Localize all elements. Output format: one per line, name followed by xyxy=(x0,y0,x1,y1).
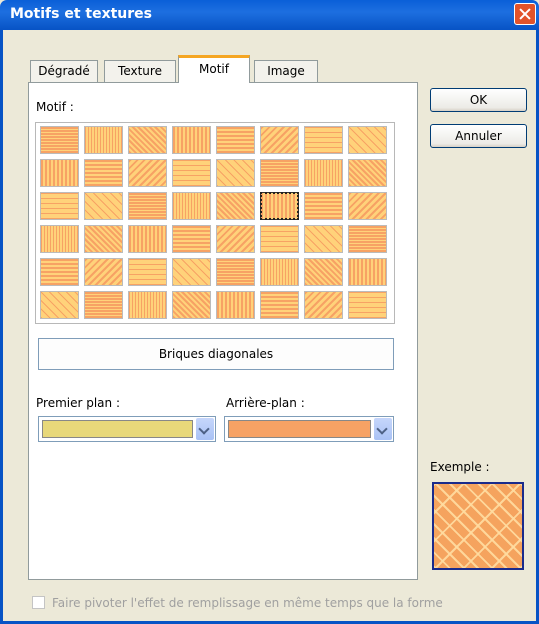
window-title: Motifs et textures xyxy=(10,6,153,22)
pattern-swatch[interactable] xyxy=(304,192,343,220)
pattern-swatch[interactable] xyxy=(216,159,255,187)
background-color-swatch xyxy=(228,420,371,438)
pattern-swatch[interactable] xyxy=(260,258,299,286)
pattern-swatch[interactable] xyxy=(304,126,343,154)
chevron-down-icon[interactable] xyxy=(196,418,214,440)
foreground-color-swatch xyxy=(42,420,193,438)
pattern-swatch[interactable] xyxy=(128,258,167,286)
cancel-button[interactable]: Annuler xyxy=(430,124,527,148)
pattern-swatch[interactable] xyxy=(260,159,299,187)
pattern-swatch[interactable] xyxy=(260,192,299,220)
selected-pattern-name: Briques diagonales xyxy=(38,338,394,370)
pattern-swatch[interactable] xyxy=(172,192,211,220)
pattern-swatch[interactable] xyxy=(260,126,299,154)
tab-image[interactable]: Image xyxy=(254,60,318,82)
pattern-swatch[interactable] xyxy=(84,258,123,286)
pattern-swatch[interactable] xyxy=(84,159,123,187)
foreground-color-select[interactable] xyxy=(38,416,216,442)
tab-texture[interactable]: Texture xyxy=(104,60,176,82)
pattern-swatch[interactable] xyxy=(40,291,79,319)
pattern-swatch[interactable] xyxy=(128,291,167,319)
example-preview xyxy=(432,482,524,570)
pattern-swatch[interactable] xyxy=(172,225,211,253)
background-label: Arrière-plan : xyxy=(226,396,305,410)
pattern-swatch[interactable] xyxy=(348,159,387,187)
pattern-swatch[interactable] xyxy=(128,126,167,154)
pattern-swatch[interactable] xyxy=(84,291,123,319)
ok-button[interactable]: OK xyxy=(430,88,527,112)
pattern-swatch[interactable] xyxy=(40,159,79,187)
chevron-down-icon[interactable] xyxy=(374,418,392,440)
foreground-label: Premier plan : xyxy=(36,396,120,410)
pattern-swatch[interactable] xyxy=(172,258,211,286)
title-bar: Motifs et textures xyxy=(0,0,539,30)
pattern-grid xyxy=(35,122,395,324)
pattern-swatch[interactable] xyxy=(128,192,167,220)
rotate-checkbox[interactable] xyxy=(32,596,45,609)
pattern-swatch[interactable] xyxy=(128,225,167,253)
pattern-swatch[interactable] xyxy=(172,126,211,154)
pattern-swatch[interactable] xyxy=(40,192,79,220)
pattern-swatch[interactable] xyxy=(304,159,343,187)
background-color-select[interactable] xyxy=(224,416,394,442)
rotate-checkbox-label: Faire pivoter l'effet de remplissage en … xyxy=(52,596,443,610)
pattern-swatch[interactable] xyxy=(348,225,387,253)
pattern-swatch[interactable] xyxy=(260,291,299,319)
pattern-swatch[interactable] xyxy=(84,225,123,253)
tab-motif[interactable]: Motif xyxy=(178,55,250,83)
pattern-swatch[interactable] xyxy=(348,126,387,154)
pattern-swatch[interactable] xyxy=(216,192,255,220)
pattern-swatch[interactable] xyxy=(172,159,211,187)
example-label: Exemple : xyxy=(430,460,490,474)
pattern-swatch[interactable] xyxy=(84,192,123,220)
pattern-swatch[interactable] xyxy=(216,291,255,319)
pattern-swatch[interactable] xyxy=(40,225,79,253)
pattern-swatch[interactable] xyxy=(84,126,123,154)
pattern-swatch[interactable] xyxy=(216,225,255,253)
pattern-swatch[interactable] xyxy=(304,258,343,286)
tab-degrade[interactable]: Dégradé xyxy=(30,60,98,82)
pattern-swatch[interactable] xyxy=(348,258,387,286)
close-icon[interactable] xyxy=(514,3,536,25)
pattern-section-label: Motif : xyxy=(36,100,74,114)
pattern-swatch[interactable] xyxy=(40,126,79,154)
pattern-swatch[interactable] xyxy=(40,258,79,286)
pattern-swatch[interactable] xyxy=(348,192,387,220)
pattern-swatch[interactable] xyxy=(260,225,299,253)
pattern-swatch[interactable] xyxy=(128,159,167,187)
pattern-swatch[interactable] xyxy=(172,291,211,319)
pattern-swatch[interactable] xyxy=(216,258,255,286)
pattern-swatch[interactable] xyxy=(304,291,343,319)
pattern-swatch[interactable] xyxy=(348,291,387,319)
pattern-swatch[interactable] xyxy=(216,126,255,154)
pattern-swatch[interactable] xyxy=(304,225,343,253)
